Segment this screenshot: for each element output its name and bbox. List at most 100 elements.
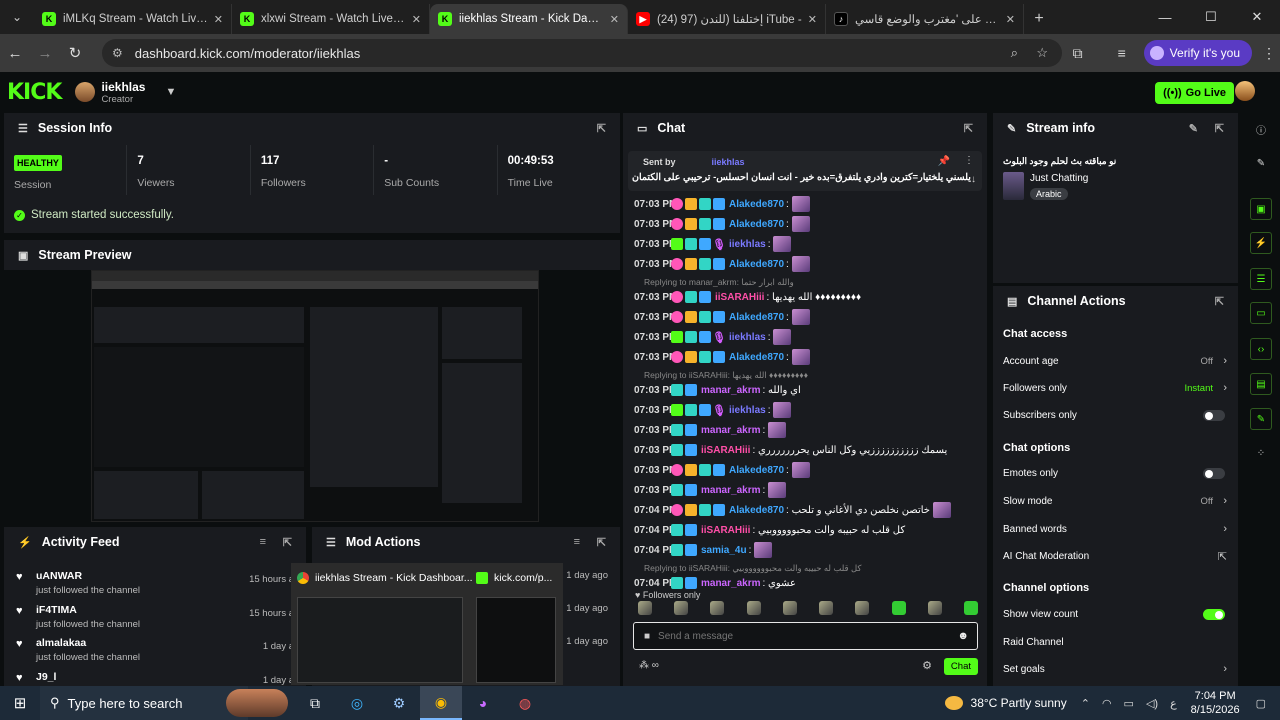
- back-icon[interactable]: ←: [0, 45, 30, 62]
- server-icon[interactable]: ▤: [1250, 373, 1272, 395]
- site-info-icon[interactable]: ⚙: [112, 46, 123, 60]
- chat-username[interactable]: Alakede870: [729, 199, 784, 210]
- bookmark-star-icon[interactable]: ☆: [1036, 45, 1048, 61]
- chat-input-box[interactable]: ■ ☻: [633, 622, 978, 650]
- window-thumbnail[interactable]: [476, 597, 556, 683]
- filter-icon[interactable]: ≡: [260, 536, 266, 548]
- chat-username[interactable]: manar_akrm: [701, 385, 760, 396]
- browser-menu-icon[interactable]: ⋮: [1258, 45, 1280, 62]
- chat-username[interactable]: iiekhlas: [729, 239, 766, 250]
- tray-chevron-icon[interactable]: ⌃: [1081, 697, 1090, 710]
- edit-icon[interactable]: ✎: [1189, 122, 1198, 135]
- chat-username[interactable]: iiekhlas: [729, 405, 766, 416]
- kick-logo[interactable]: KICK: [7, 80, 62, 105]
- emote[interactable]: [710, 601, 725, 615]
- edge-icon[interactable]: ◎: [336, 686, 378, 720]
- emote[interactable]: [855, 601, 870, 615]
- filter-icon[interactable]: ≡: [574, 536, 580, 548]
- popout-icon[interactable]: ⇱: [964, 122, 973, 135]
- chat-username[interactable]: samia_4u: [701, 545, 747, 556]
- account-age-row[interactable]: Account age Off ›: [1003, 355, 1229, 370]
- info-icon[interactable]: ⓘ: [1250, 118, 1272, 140]
- window-thumbnail[interactable]: [297, 597, 463, 683]
- emote[interactable]: [638, 601, 652, 615]
- ai-moderation-row[interactable]: AI Chat Moderation ⇱: [1003, 551, 1229, 565]
- session-icon[interactable]: ▣: [1250, 198, 1272, 220]
- emote[interactable]: [963, 601, 978, 615]
- chevron-down-icon[interactable]: ▼: [165, 86, 176, 98]
- list-icon[interactable]: ☰: [1250, 268, 1272, 290]
- close-tab-icon[interactable]: ✕: [1006, 13, 1015, 26]
- maximize-icon[interactable]: ☐: [1188, 0, 1234, 34]
- verify-profile-button[interactable]: Verify it's you: [1143, 40, 1252, 66]
- pinned-user[interactable]: iiekhlas: [712, 157, 745, 167]
- browser-tab-1[interactable]: KiMLKq Stream - Watch Live on K ✕: [34, 4, 232, 34]
- volume-icon[interactable]: ◁): [1146, 697, 1158, 710]
- app-icon[interactable]: ◕: [462, 686, 504, 720]
- stream-preview-video[interactable]: [91, 270, 539, 522]
- wrench-icon[interactable]: ✎: [1250, 408, 1272, 430]
- more-options-icon[interactable]: ⋮: [964, 155, 974, 166]
- popout-icon[interactable]: ⇱: [597, 122, 606, 135]
- close-window-icon[interactable]: ✕: [1234, 0, 1280, 34]
- chat-username[interactable]: iiSARAHiii: [715, 292, 764, 303]
- chat-username[interactable]: iiSARAHiii: [701, 445, 750, 456]
- minimize-icon[interactable]: —: [1142, 0, 1188, 34]
- close-tab-icon[interactable]: ✕: [412, 13, 421, 26]
- chat-username[interactable]: Alakede870: [729, 312, 784, 323]
- banned-words-row[interactable]: Banned words ›: [1003, 523, 1229, 538]
- chat-username[interactable]: iiSARAHiii: [701, 525, 750, 536]
- popout-icon[interactable]: ⇱: [597, 536, 606, 549]
- popout-icon[interactable]: ⇱: [1215, 295, 1224, 308]
- channel-switcher[interactable]: iiekhlas Creator ▼: [75, 80, 176, 105]
- raid-channel-row[interactable]: Raid Channel: [1003, 637, 1229, 651]
- forward-icon[interactable]: →: [30, 45, 60, 62]
- user-avatar[interactable]: [1235, 81, 1255, 101]
- chat-username[interactable]: Alakede870: [729, 505, 784, 516]
- emote[interactable]: [782, 601, 797, 615]
- chat-username[interactable]: manar_akrm: [701, 578, 760, 589]
- chat-username[interactable]: manar_akrm: [701, 425, 760, 436]
- language-indicator[interactable]: ع: [1170, 697, 1177, 710]
- subscribers-only-toggle[interactable]: [1203, 410, 1225, 421]
- popout-icon[interactable]: ⇱: [283, 536, 292, 549]
- send-chat-button[interactable]: Chat: [943, 658, 978, 675]
- gear-icon[interactable]: ⚙: [922, 659, 932, 672]
- wifi-icon[interactable]: ◠: [1102, 697, 1112, 710]
- chat-username[interactable]: iiekhlas: [729, 332, 766, 343]
- zoom-icon[interactable]: ⌕: [1011, 45, 1018, 61]
- chat-message-input[interactable]: [658, 630, 939, 642]
- windows-start-icon[interactable]: ⊞: [0, 694, 40, 712]
- followers-only-row[interactable]: Followers only Instant ›: [1003, 382, 1229, 397]
- expand-icon[interactable]: ↓: [971, 174, 976, 185]
- chat-icon[interactable]: ▭: [1250, 302, 1272, 324]
- browser-tab-4[interactable]: ▶ (24) إختلفنا (للندن (97 iTube - ✕: [628, 4, 826, 34]
- emote[interactable]: [891, 601, 906, 615]
- emote[interactable]: [674, 601, 689, 615]
- pin-icon[interactable]: 📌: [938, 156, 950, 167]
- weather-text[interactable]: 38°C Partly sunny: [971, 696, 1067, 710]
- battery-icon[interactable]: ▭: [1124, 697, 1134, 710]
- window-preview-1[interactable]: iiekhlas Stream - Kick Dashboar...: [297, 572, 473, 584]
- close-tab-icon[interactable]: ✕: [808, 13, 817, 26]
- chat-tools-icon[interactable]: ⁂ ∞: [639, 660, 659, 671]
- clock[interactable]: 7:04 PM 8/15/2026: [1191, 689, 1240, 717]
- slow-mode-row[interactable]: Slow mode Off ›: [1003, 495, 1229, 510]
- chat-username[interactable]: Alakede870: [729, 465, 784, 476]
- popout-icon[interactable]: ⇱: [1215, 122, 1224, 135]
- window-preview-2[interactable]: kick.com/p...: [476, 572, 552, 584]
- media-control-icon[interactable]: ≡: [1100, 45, 1144, 61]
- notification-icon[interactable]: ▢: [1256, 697, 1266, 710]
- lightning-icon[interactable]: ⚡: [1250, 232, 1272, 254]
- browser-tab-3-active[interactable]: Kiiekhlas Stream - Kick Dashboar ✕: [430, 4, 628, 34]
- go-live-button[interactable]: ((•)) Go Live: [1155, 82, 1234, 104]
- code-icon[interactable]: ‹›: [1250, 338, 1272, 360]
- show-view-count-toggle[interactable]: [1203, 609, 1225, 620]
- emoji-icon[interactable]: ☻: [957, 630, 969, 642]
- browser-tab-2[interactable]: Kxlxwi Stream - Watch Live on Ki ✕: [232, 4, 430, 34]
- close-tab-icon[interactable]: ✕: [214, 13, 223, 26]
- layout-icon[interactable]: ⁘: [1250, 442, 1272, 464]
- task-view-icon[interactable]: ⧉: [294, 686, 336, 720]
- steam-icon[interactable]: ⚙: [378, 686, 420, 720]
- emote[interactable]: [819, 601, 834, 615]
